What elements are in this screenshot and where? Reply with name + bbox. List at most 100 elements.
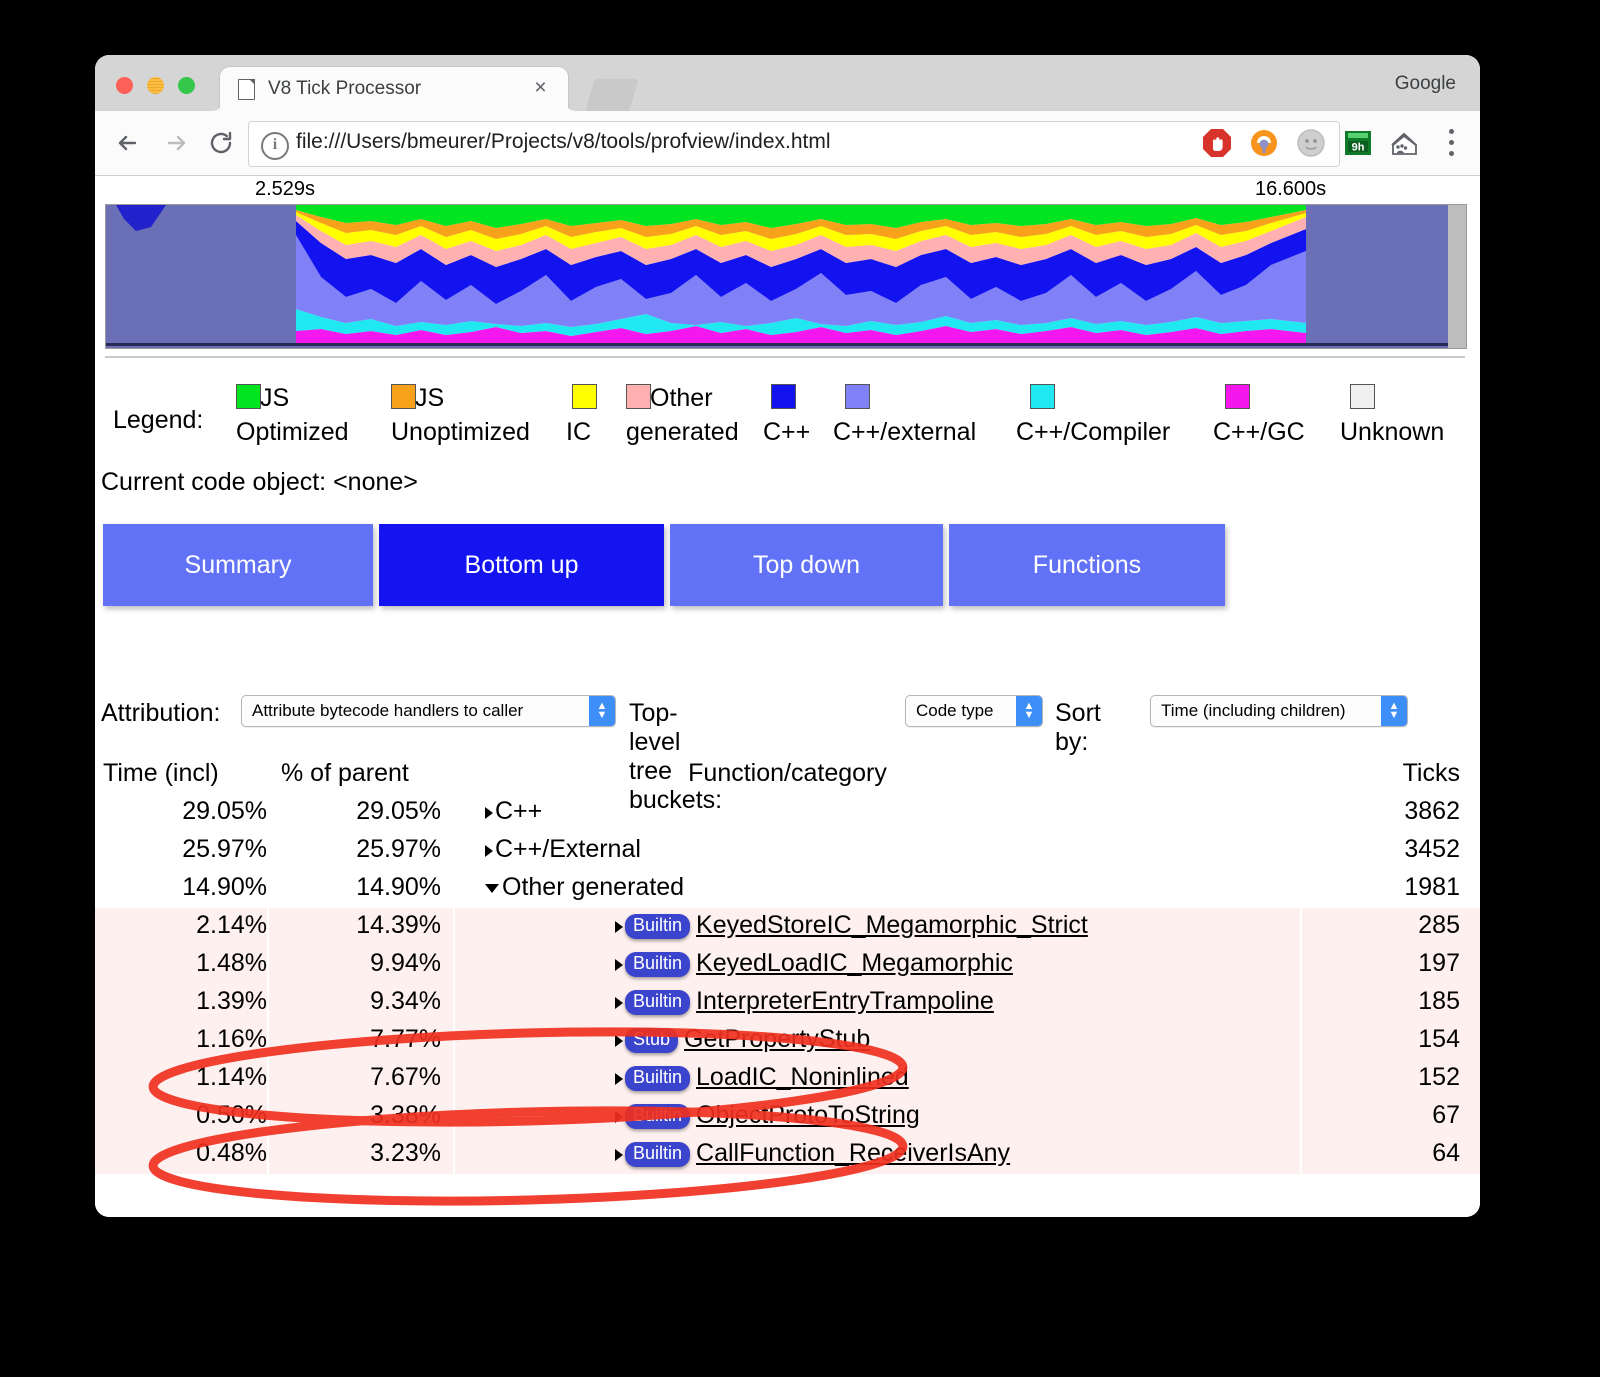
legend-swatch-other-generated [626, 384, 651, 409]
function-name[interactable]: ObjectProtoToString [696, 1101, 920, 1129]
gray-extension-icon[interactable] [1295, 127, 1327, 159]
window-minimize-button[interactable] [147, 77, 164, 94]
legend-swatch-cpp [771, 384, 796, 409]
table-row[interactable]: 1.14% 7.67% Builtin LoadIC_Noninlined 152 [95, 1060, 1480, 1098]
chevron-right-icon[interactable] [485, 807, 493, 819]
code-kind-badge: Builtin [625, 1104, 691, 1129]
cell-time: 0.50% [95, 1101, 267, 1130]
new-tab-button[interactable] [585, 79, 639, 111]
function-name[interactable]: KeyedStoreIC_Megamorphic_Strict [696, 911, 1088, 939]
table-row[interactable]: 2.14% 14.39% Builtin KeyedStoreIC_Megamorph… [95, 908, 1480, 946]
column-divider [267, 984, 269, 1022]
attribution-value: Attribute bytecode handlers to caller [252, 701, 524, 720]
back-arrow-icon[interactable] [111, 125, 147, 161]
sort-label: Sort by: [1055, 699, 1101, 756]
chevron-right-icon[interactable] [615, 997, 623, 1009]
timeline-stacked-area-chart[interactable] [105, 204, 1467, 349]
reload-icon[interactable] [203, 125, 239, 161]
tab-bottom-up[interactable]: Bottom up [379, 524, 664, 606]
column-divider [267, 1060, 269, 1098]
function-name[interactable]: CallFunction_ReceiverIsAny [696, 1139, 1010, 1167]
function-name: C++ [495, 797, 543, 825]
cell-percent: 3.23% [281, 1139, 441, 1168]
legend-label-line2: IC [566, 418, 591, 446]
chevron-updown-icon: ▲ ▼ [1016, 696, 1042, 726]
column-divider [1300, 1060, 1302, 1098]
legend-label-line2: C++/GC [1213, 418, 1305, 446]
table-row[interactable]: 0.48% 3.23% Builtin CallFunction_ReceiverIs… [95, 1136, 1480, 1174]
table-row[interactable]: 14.90% 14.90% Other generated 1981 [95, 870, 1480, 908]
legend-item-other-generated: Other generated [626, 384, 739, 446]
legend-label: Legend: [113, 406, 204, 434]
cell-percent: 7.67% [281, 1063, 441, 1092]
sort-select[interactable]: Time (including children) ▲ ▼ [1150, 695, 1408, 727]
function-name[interactable]: KeyedLoadIC_Megamorphic [696, 949, 1013, 977]
window-maximize-button[interactable] [178, 77, 195, 94]
forward-arrow-icon[interactable] [157, 125, 193, 161]
cell-ticks: 152 [1418, 1063, 1460, 1092]
tab-functions[interactable]: Functions [949, 524, 1225, 606]
legend-label-line2: C++/Compiler [1016, 418, 1171, 446]
browser-window: V8 Tick Processor × Google i file:///Use… [95, 55, 1480, 1217]
legend-swatch-cpp-compiler [1030, 384, 1055, 409]
buckets-select[interactable]: Code type ▲ ▼ [905, 695, 1043, 727]
close-icon[interactable]: × [531, 77, 550, 98]
window-close-button[interactable] [116, 77, 133, 94]
info-icon[interactable]: i [261, 132, 289, 160]
legend-item-cpp-external: C++/external [833, 384, 976, 446]
legend-label-line2: generated [626, 418, 739, 446]
cell-percent: 7.77% [281, 1025, 441, 1054]
chevron-right-icon[interactable] [615, 1073, 623, 1085]
chevron-right-icon[interactable] [615, 959, 623, 971]
cell-percent: 25.97% [356, 835, 441, 863]
cell-time: 1.14% [95, 1063, 267, 1092]
function-name[interactable]: LoadIC_Noninlined [696, 1063, 909, 1091]
attribution-select[interactable]: Attribute bytecode handlers to caller ▲ ▼ [241, 695, 616, 727]
chevron-right-icon[interactable] [615, 1149, 623, 1161]
cell-ticks: 3862 [1404, 797, 1460, 825]
chevron-down-icon[interactable] [485, 883, 499, 893]
browser-menu-icon[interactable] [1439, 123, 1463, 163]
table-row[interactable]: 0.50% 3.38% Builtin ObjectProtoToString 67 [95, 1098, 1480, 1136]
adblock-icon[interactable] [1201, 127, 1233, 159]
tab-summary[interactable]: Summary [103, 524, 373, 606]
cell-time: 1.16% [95, 1025, 267, 1054]
function-name[interactable]: InterpreterEntryTrampoline [696, 987, 994, 1015]
tab-top-down[interactable]: Top down [670, 524, 943, 606]
column-divider [267, 1022, 269, 1060]
legend-label-line1: JS [415, 384, 445, 412]
cell-ticks: 185 [1418, 987, 1460, 1016]
table-row[interactable]: 1.16% 7.77% Stub GetPropertyStub 154 [95, 1022, 1480, 1060]
table-row[interactable]: 29.05% 29.05% C++ 3862 [95, 794, 1480, 832]
chevron-right-icon[interactable] [615, 1111, 623, 1123]
timeline-scrollbar[interactable] [1448, 205, 1466, 348]
table-row[interactable]: 1.48% 9.94% Builtin KeyedLoadIC_Megamorphic… [95, 946, 1480, 984]
function-name: C++/External [495, 835, 641, 863]
legend-swatch-cpp-external [845, 384, 870, 409]
browser-tab[interactable]: V8 Tick Processor × [220, 67, 568, 111]
column-divider [1300, 1022, 1302, 1060]
code-kind-badge: Builtin [625, 952, 691, 977]
code-kind-badge: Builtin [625, 1142, 691, 1167]
table-row[interactable]: 25.97% 25.97% C++/External 3452 [95, 832, 1480, 870]
chevron-right-icon[interactable] [615, 1035, 623, 1047]
chevron-right-icon[interactable] [485, 845, 493, 857]
attribution-label: Attribution: [101, 699, 221, 727]
table-row[interactable]: 1.39% 9.34% Builtin InterpreterEntryTrampol… [95, 984, 1480, 1022]
chevron-right-icon[interactable] [615, 921, 623, 933]
address-bar[interactable]: i file:///Users/bmeurer/Projects/v8/tool… [248, 121, 1340, 167]
column-divider [453, 984, 455, 1022]
url-text[interactable]: file:///Users/bmeurer/Projects/v8/tools/… [296, 130, 831, 154]
legend-swatch-cpp-gc [1225, 384, 1250, 409]
cell-ticks: 64 [1432, 1139, 1460, 1168]
9h-badge-icon[interactable]: 9h [1342, 127, 1374, 159]
paw-house-icon[interactable] [1389, 127, 1421, 159]
lastpass-icon[interactable] [1248, 127, 1280, 159]
legend-swatch-unknown [1350, 384, 1375, 409]
function-name[interactable]: GetPropertyStub [684, 1025, 870, 1053]
profile-name-label[interactable]: Google [1395, 73, 1456, 95]
tab-title: V8 Tick Processor [268, 78, 422, 99]
svg-text:9h: 9h [1352, 142, 1365, 154]
cell-function: Builtin ObjectProtoToString [615, 1101, 920, 1130]
cell-percent: 29.05% [356, 797, 441, 825]
